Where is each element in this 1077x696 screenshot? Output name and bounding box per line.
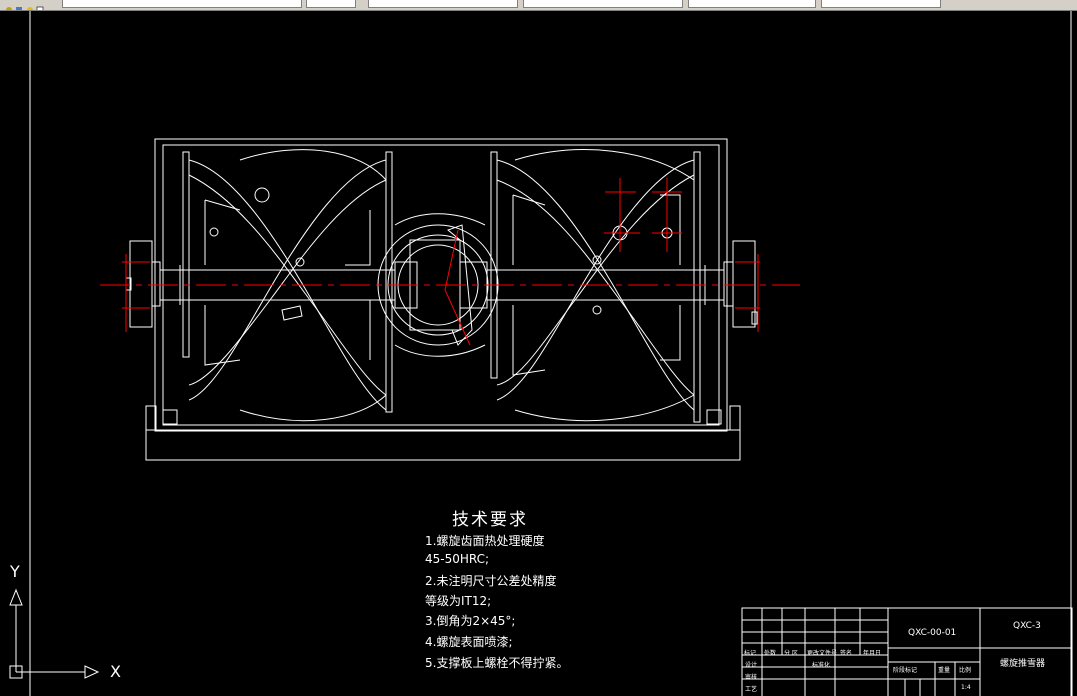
tech-requirements-title: 技术要求 bbox=[452, 510, 528, 530]
scale-label: 比例 bbox=[959, 667, 972, 674]
ucs-icon bbox=[9, 588, 100, 679]
row-review: 审核 bbox=[745, 674, 758, 681]
tech-requirement-line: 4.螺旋表面喷漆; bbox=[425, 635, 513, 649]
color-combo[interactable] bbox=[368, 0, 518, 8]
layer-tools-icon[interactable] bbox=[306, 0, 356, 8]
header-count: 处数 bbox=[764, 650, 777, 657]
header-zone: 分 区 bbox=[784, 650, 798, 657]
header-date: 年月日 bbox=[863, 650, 882, 657]
part-name: 螺旋推雪器 bbox=[1000, 659, 1046, 669]
right-auger bbox=[490, 149, 701, 423]
header-signature: 签名 bbox=[840, 650, 853, 657]
header-change-doc: 更改文件号 bbox=[807, 650, 838, 657]
project-code: QXC-3 bbox=[1013, 621, 1041, 631]
drawing-canvas[interactable] bbox=[0, 11, 1077, 696]
tech-requirement-line: 45-50HRC; bbox=[425, 552, 490, 566]
weight-label: 重量 bbox=[938, 667, 951, 674]
stage-mark-label: 阶段标记 bbox=[893, 667, 918, 674]
linetype-combo[interactable] bbox=[523, 0, 683, 8]
ucs-x-label: X bbox=[110, 662, 121, 681]
bearing-flanges bbox=[125, 240, 758, 328]
tech-requirement-line: 1.螺旋齿面热处理硬度 bbox=[425, 534, 545, 548]
tech-requirement-line: 等级为IT12; bbox=[425, 594, 492, 608]
layer-toolbar-icons[interactable] bbox=[4, 0, 60, 10]
scale-value: 1:4 bbox=[961, 684, 971, 691]
row-process: 工艺 bbox=[745, 686, 758, 693]
toolbar bbox=[0, 0, 1077, 11]
plotstyle-combo[interactable] bbox=[821, 0, 941, 8]
layer-combo[interactable] bbox=[62, 0, 302, 8]
lineweight-combo[interactable] bbox=[688, 0, 816, 8]
tech-requirement-line: 5.支撑板上螺栓不得拧紧。 bbox=[425, 656, 569, 670]
header-mark: 标记 bbox=[744, 650, 757, 657]
ucs-y-label: Y bbox=[10, 562, 20, 581]
tech-requirement-line: 3.倒角为2×45°; bbox=[425, 614, 516, 628]
standardization-label: 标准化 bbox=[812, 662, 831, 669]
drawing-number: QXC-00-01 bbox=[908, 628, 957, 638]
tech-requirement-line: 2.未注明尺寸公差处精度 bbox=[425, 574, 557, 588]
row-design: 设计 bbox=[745, 662, 758, 669]
